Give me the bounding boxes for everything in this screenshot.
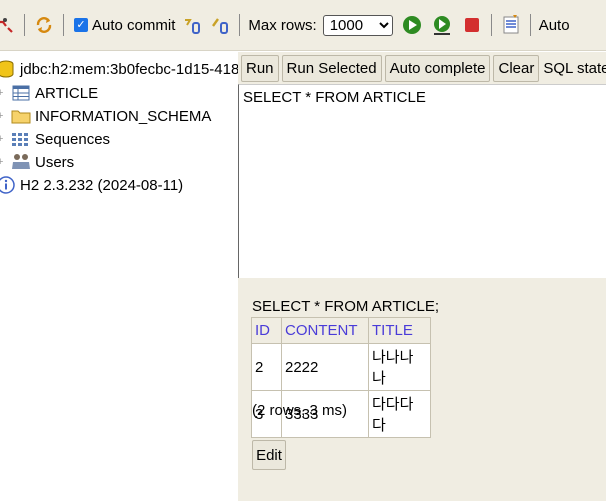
result-table: ID CONTENT TITLE 2 2222 나나나나 3 3333 다다다다 bbox=[251, 317, 431, 438]
folder-icon bbox=[11, 107, 31, 125]
max-rows-select[interactable]: 1000 bbox=[322, 14, 393, 36]
disconnect-icon[interactable] bbox=[0, 14, 16, 36]
column-header-title[interactable]: TITLE bbox=[368, 317, 431, 344]
sql-editor[interactable]: SELECT * FROM ARTICLE bbox=[238, 84, 606, 278]
cell-title: 다다다다 bbox=[368, 390, 431, 438]
connection-url: jdbc:h2:mem:3b0fecbc-1d15-418 bbox=[20, 60, 240, 78]
stop-icon[interactable] bbox=[461, 14, 483, 36]
expand-icon[interactable]: + bbox=[0, 110, 3, 122]
refresh-icon[interactable] bbox=[33, 14, 55, 36]
tree-item-label: ARTICLE bbox=[35, 84, 99, 102]
toolbar-separator bbox=[63, 14, 64, 36]
schema-tree: jdbc:h2:mem:3b0fecbc-1d15-418 + ARTICLE … bbox=[0, 52, 239, 501]
run-icon[interactable] bbox=[401, 14, 423, 36]
version-info: H2 2.3.232 (2024-08-11) bbox=[0, 174, 183, 196]
max-rows-label: Max rows: bbox=[248, 16, 317, 34]
users-icon bbox=[11, 153, 31, 171]
tree-item-label: Users bbox=[35, 153, 75, 171]
auto-complete-button[interactable]: Auto complete bbox=[384, 54, 491, 82]
tree-item-label: Sequences bbox=[35, 130, 111, 148]
auto-commit-label: Auto commit bbox=[92, 16, 176, 34]
column-header-id[interactable]: ID bbox=[251, 317, 282, 344]
expand-icon[interactable]: + bbox=[0, 87, 3, 99]
history-icon[interactable] bbox=[500, 14, 522, 36]
tree-item-article[interactable]: + ARTICLE bbox=[0, 82, 98, 104]
auto-select-label[interactable]: Auto bbox=[539, 17, 570, 34]
table-icon bbox=[11, 84, 31, 102]
toolbar-separator bbox=[490, 14, 492, 36]
auto-commit-checkbox[interactable]: ✓ bbox=[74, 18, 88, 32]
result-header-row: ID CONTENT TITLE bbox=[251, 317, 431, 344]
cell-title: 나나나나 bbox=[368, 343, 431, 391]
cell-content: 2222 bbox=[281, 343, 369, 391]
toolbar-separator bbox=[529, 14, 531, 36]
edit-button[interactable]: Edit bbox=[252, 440, 286, 470]
tree-item-users[interactable]: + Users bbox=[0, 151, 74, 173]
sequences-icon bbox=[11, 130, 31, 148]
result-panel: SELECT * FROM ARTICLE; ID CONTENT TITLE … bbox=[238, 278, 606, 501]
tree-item-information-schema[interactable]: + INFORMATION_SCHEMA bbox=[0, 105, 211, 127]
info-icon bbox=[0, 176, 16, 194]
table-row: 2 2222 나나나나 bbox=[251, 343, 431, 391]
result-info: (2 rows, 3 ms) bbox=[252, 402, 348, 419]
rollback-icon[interactable] bbox=[181, 14, 203, 36]
database-icon bbox=[0, 60, 16, 78]
run-selected-icon[interactable] bbox=[431, 14, 453, 36]
cell-id: 2 bbox=[251, 343, 282, 391]
column-header-content[interactable]: CONTENT bbox=[281, 317, 369, 344]
run-button[interactable]: Run bbox=[241, 54, 279, 82]
tree-item-sequences[interactable]: + Sequences bbox=[0, 128, 110, 150]
tree-item-label: INFORMATION_SCHEMA bbox=[35, 107, 212, 125]
run-selected-button[interactable]: Run Selected bbox=[281, 54, 382, 82]
sql-text: SELECT * FROM ARTICLE bbox=[243, 89, 426, 106]
tree-connection[interactable]: jdbc:h2:mem:3b0fecbc-1d15-418 bbox=[0, 58, 239, 80]
result-statement: SELECT * FROM ARTICLE; bbox=[252, 298, 439, 315]
toolbar-separator bbox=[24, 14, 25, 36]
expand-icon[interactable]: + bbox=[0, 133, 3, 145]
version-label: H2 2.3.232 (2024-08-11) bbox=[20, 176, 184, 194]
toolbar-separator bbox=[239, 14, 241, 36]
clear-button[interactable]: Clear bbox=[493, 54, 540, 82]
query-toolbar: Run Run Selected Auto complete Clear SQL… bbox=[238, 52, 606, 84]
expand-icon[interactable]: + bbox=[0, 156, 3, 168]
commit-icon[interactable] bbox=[209, 14, 231, 36]
sql-statement-label: SQL state bbox=[543, 59, 606, 77]
toolbar: ✓ Auto commit Max rows: 1000 Auto bbox=[0, 0, 606, 51]
